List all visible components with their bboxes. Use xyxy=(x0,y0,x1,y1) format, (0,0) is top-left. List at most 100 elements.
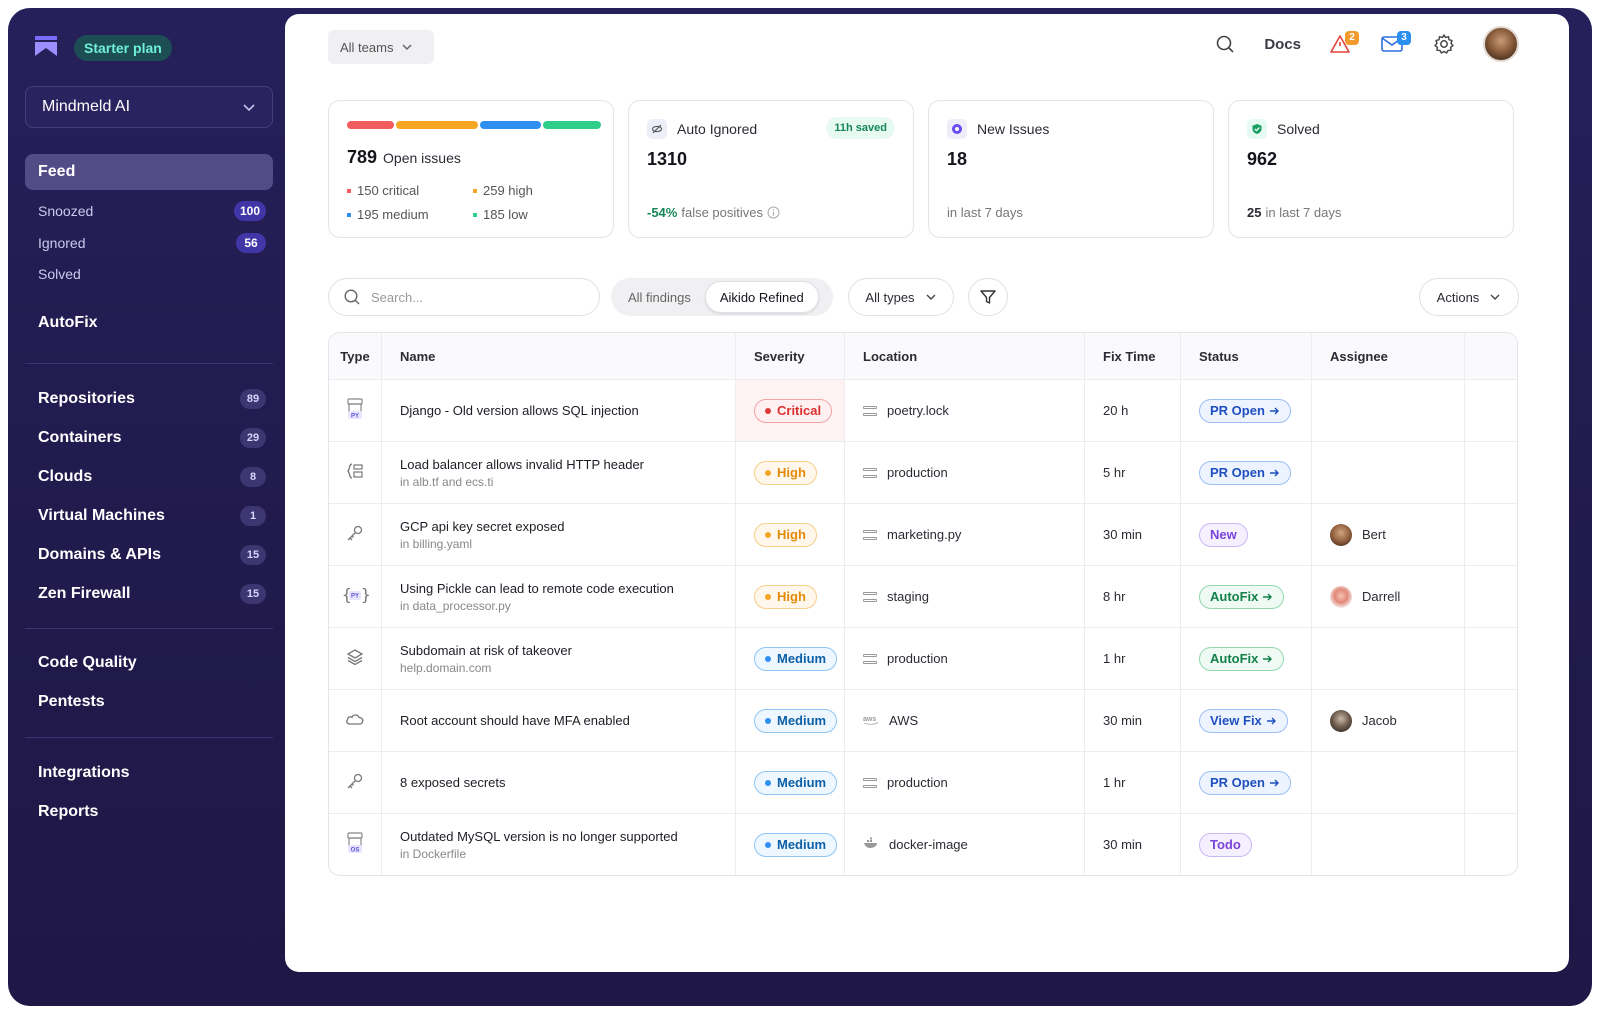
sidebar-item-domains-apis[interactable]: Domains & APIs 15 xyxy=(38,545,266,565)
column-header-type[interactable]: Type xyxy=(329,333,382,379)
new-issues-card[interactable]: New Issues 18 in last 7 days xyxy=(928,100,1214,238)
sidebar-item-zen-firewall[interactable]: Zen Firewall 15 xyxy=(38,584,266,604)
teams-selector[interactable]: All teams xyxy=(328,30,434,64)
assignee-cell[interactable] xyxy=(1312,442,1465,503)
location-cell[interactable]: production xyxy=(845,628,1085,689)
sidebar-item-pentests[interactable]: Pentests xyxy=(38,693,266,711)
severity-label: Medium xyxy=(777,837,827,852)
info-icon[interactable] xyxy=(767,206,780,219)
user-avatar[interactable] xyxy=(1483,26,1519,62)
docker-icon xyxy=(863,837,879,852)
column-header-severity[interactable]: Severity xyxy=(736,333,845,379)
inbox-button[interactable]: 3 xyxy=(1379,31,1411,57)
type-cell xyxy=(329,442,382,503)
search-field[interactable]: Search... xyxy=(328,278,600,316)
location-cell[interactable]: production xyxy=(845,752,1085,813)
status-badge[interactable]: PR Open xyxy=(1199,460,1291,485)
fix-time-label: 5 hr xyxy=(1103,465,1126,480)
row-extra-cell xyxy=(1465,814,1517,875)
assignee-name: Darrell xyxy=(1362,589,1401,604)
status-badge[interactable]: View Fix xyxy=(1199,708,1288,733)
medium-segment xyxy=(479,121,541,129)
column-header-name[interactable]: Name xyxy=(382,333,736,379)
name-cell[interactable]: Load balancer allows invalid HTTP header… xyxy=(382,442,736,503)
sidebar-item-label: Feed xyxy=(38,163,76,180)
table-row[interactable]: Load balancer allows invalid HTTP header… xyxy=(329,441,1517,503)
sidebar-item-clouds[interactable]: Clouds 8 xyxy=(38,467,266,487)
auto-ignored-card[interactable]: Auto Ignored 11h saved 1310 -54% false p… xyxy=(628,100,914,238)
tab-all-findings[interactable]: All findings xyxy=(614,281,705,313)
location-cell[interactable]: staging xyxy=(845,566,1085,627)
location-cell[interactable]: production xyxy=(845,442,1085,503)
filter-button[interactable] xyxy=(968,278,1008,316)
alerts-button[interactable]: 2 xyxy=(1327,31,1359,57)
table-row[interactable]: GCP api key secret exposed in billing.yam… xyxy=(329,503,1517,565)
assignee-cell[interactable] xyxy=(1312,380,1465,441)
arrow-right-icon xyxy=(1266,717,1276,724)
column-header-fix-time[interactable]: Fix Time xyxy=(1085,333,1181,379)
sidebar-item-virtual-machines[interactable]: Virtual Machines 1 xyxy=(38,506,266,526)
name-cell[interactable]: Django - Old version allows SQL injectio… xyxy=(382,380,736,441)
sidebar-item-reports[interactable]: Reports xyxy=(38,803,266,821)
settings-button[interactable] xyxy=(1431,31,1457,57)
table-row[interactable]: 8 exposed secrets Medium production 1 hr PR … xyxy=(329,751,1517,813)
tab-aikido-refined[interactable]: Aikido Refined xyxy=(704,281,819,313)
sidebar-item-code-quality[interactable]: Code Quality xyxy=(38,654,266,672)
table-row[interactable]: Root account should have MFA enabled Medi… xyxy=(329,689,1517,751)
status-badge[interactable]: AutoFix xyxy=(1199,646,1285,671)
status-badge[interactable]: PR Open xyxy=(1199,398,1291,423)
sidebar-item-feed[interactable]: Feed xyxy=(25,154,273,190)
fix-time-label: 30 min xyxy=(1103,527,1143,542)
assignee-cell[interactable] xyxy=(1312,814,1465,875)
table-row[interactable]: OS Outdated MySQL version is no longer su… xyxy=(329,813,1517,875)
name-cell[interactable]: GCP api key secret exposed in billing.yam… xyxy=(382,504,736,565)
status-badge[interactable]: AutoFix xyxy=(1199,584,1285,609)
table-row[interactable]: Subdomain at risk of takeover help.domain… xyxy=(329,627,1517,689)
column-header-status[interactable]: Status xyxy=(1181,333,1312,379)
aikido-logo-icon[interactable] xyxy=(33,32,59,58)
sidebar-item-containers[interactable]: Containers 29 xyxy=(38,428,266,448)
assignee-cell[interactable] xyxy=(1312,628,1465,689)
sidebar-item-integrations[interactable]: Integrations xyxy=(38,764,266,782)
location-cell[interactable]: aws AWS xyxy=(845,690,1085,751)
location-cell[interactable]: poetry.lock xyxy=(845,380,1085,441)
column-header-assignee[interactable]: Assignee xyxy=(1312,333,1465,379)
location-cell[interactable]: docker-image xyxy=(845,814,1085,875)
assignee-cell[interactable]: Jacob xyxy=(1312,690,1465,751)
location-label: production xyxy=(887,775,948,790)
location-cell[interactable]: marketing.py xyxy=(845,504,1085,565)
sidebar-item-label: Pentests xyxy=(38,693,105,710)
table-row[interactable]: {PY} Using Pickle can lead to remote code… xyxy=(329,565,1517,627)
actions-button[interactable]: Actions xyxy=(1419,278,1519,316)
sidebar-item-solved[interactable]: Solved xyxy=(38,266,266,282)
docs-link[interactable]: Docs xyxy=(1264,36,1301,53)
sidebar-item-autofix[interactable]: AutoFix xyxy=(38,314,266,332)
search-button[interactable] xyxy=(1212,31,1238,57)
sidebar-item-snoozed[interactable]: Snoozed 100 xyxy=(38,201,266,221)
name-cell[interactable]: Root account should have MFA enabled xyxy=(382,690,736,751)
types-selector[interactable]: All types xyxy=(848,278,954,316)
status-badge[interactable]: PR Open xyxy=(1199,770,1291,795)
org-selector[interactable]: Mindmeld AI xyxy=(25,86,273,128)
name-cell[interactable]: Outdated MySQL version is no longer supp… xyxy=(382,814,736,875)
column-header-location[interactable]: Location xyxy=(845,333,1085,379)
name-cell[interactable]: Using Pickle can lead to remote code exe… xyxy=(382,566,736,627)
solved-recent-count: 25 xyxy=(1247,205,1262,220)
severity-dot xyxy=(765,469,771,476)
solved-card[interactable]: Solved 962 25 in last 7 days xyxy=(1228,100,1514,238)
assignee-cell[interactable]: Bert xyxy=(1312,504,1465,565)
assignee-cell[interactable] xyxy=(1312,752,1465,813)
status-badge[interactable]: New xyxy=(1199,522,1248,547)
assignee-cell[interactable]: Darrell xyxy=(1312,566,1465,627)
name-cell[interactable]: 8 exposed secrets xyxy=(382,752,736,813)
table-row[interactable]: PY Django - Old version allows SQL inject… xyxy=(329,379,1517,441)
plan-badge[interactable]: Starter plan xyxy=(74,35,172,61)
open-issues-card[interactable]: 789 Open issues 150 critical 259 high 19… xyxy=(328,100,614,238)
legend-label: 195 medium xyxy=(357,207,429,222)
arrow-right-icon xyxy=(1263,655,1273,662)
status-badge[interactable]: Todo xyxy=(1199,832,1252,857)
sidebar-item-ignored[interactable]: Ignored 56 xyxy=(38,233,266,253)
name-cell[interactable]: Subdomain at risk of takeover help.domain… xyxy=(382,628,736,689)
auto-ignored-count: 1310 xyxy=(647,149,688,169)
sidebar-item-repositories[interactable]: Repositories 89 xyxy=(38,389,266,409)
